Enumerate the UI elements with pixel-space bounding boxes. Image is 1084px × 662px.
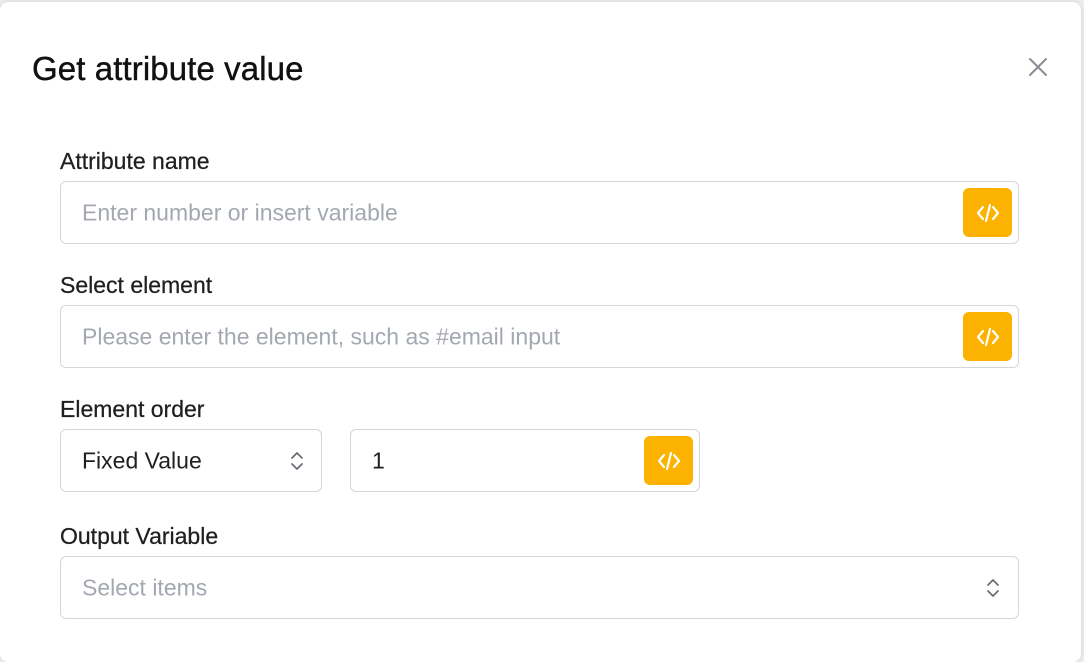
- element-order-mode-value: Fixed Value: [82, 447, 202, 473]
- attribute-name-input[interactable]: Enter number or insert variable: [60, 181, 1019, 244]
- close-button[interactable]: [1024, 53, 1052, 81]
- chevron-up-down-icon: [291, 451, 303, 470]
- output-variable-select[interactable]: Select items: [60, 556, 1019, 619]
- element-order-value-input[interactable]: 1: [350, 429, 700, 492]
- dialog-title: Get attribute value: [32, 50, 304, 87]
- output-variable-placeholder: Select items: [82, 574, 208, 600]
- chevron-up-down-icon: [987, 578, 999, 597]
- code-variable-icon: [976, 203, 999, 222]
- select-element-label: Select element: [60, 272, 213, 298]
- close-icon: [1029, 58, 1047, 76]
- element-order-mode-select[interactable]: Fixed Value: [60, 429, 322, 492]
- attribute-name-variable-button[interactable]: [963, 188, 1012, 237]
- output-variable-label: Output Variable: [60, 523, 219, 549]
- attribute-name-placeholder: Enter number or insert variable: [82, 199, 398, 225]
- element-order-label: Element order: [60, 396, 205, 422]
- attribute-name-label: Attribute name: [60, 148, 210, 174]
- element-order-variable-button[interactable]: [644, 436, 693, 485]
- element-order-value: 1: [372, 447, 385, 473]
- select-element-input[interactable]: Please enter the element, such as #email…: [60, 305, 1019, 368]
- dialog: Get attribute value Attribute name Enter…: [0, 2, 1081, 662]
- code-variable-icon: [976, 327, 999, 346]
- code-variable-icon: [657, 451, 680, 470]
- select-element-variable-button[interactable]: [963, 312, 1012, 361]
- select-element-placeholder: Please enter the element, such as #email…: [82, 323, 561, 349]
